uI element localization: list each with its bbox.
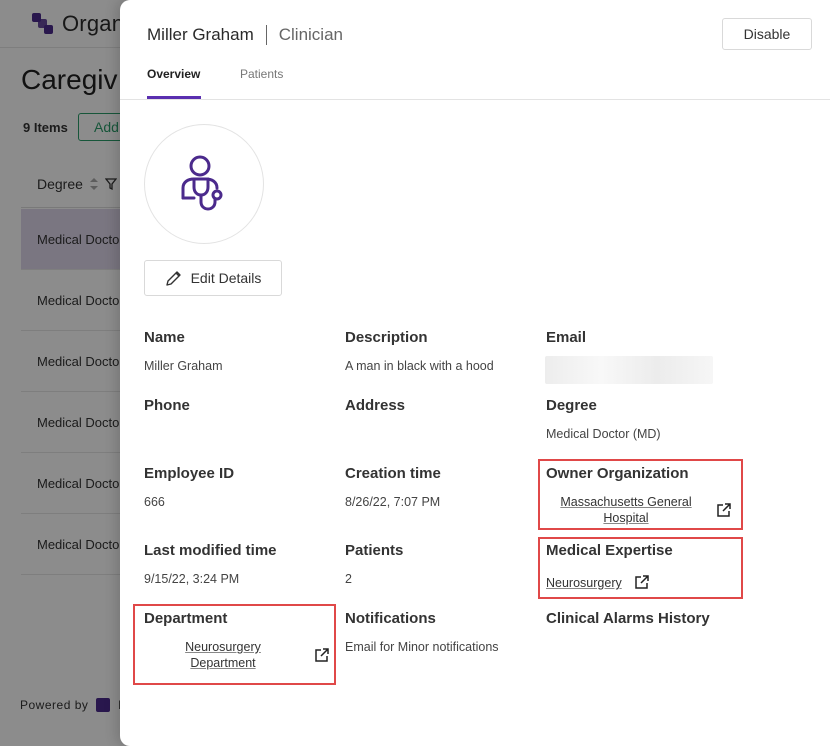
field-label: Address	[345, 397, 406, 414]
doctor-stethoscope-icon	[181, 155, 223, 211]
clinician-drawer: Miller Graham Clinician Disable Overview…	[120, 0, 830, 746]
field-value: 2	[345, 572, 352, 586]
edit-details-label: Edit Details	[190, 270, 262, 286]
field-email: Email	[546, 329, 736, 346]
field-name: Name Miller Graham	[144, 329, 334, 373]
field-label: Clinical Alarms History	[546, 610, 710, 627]
field-label: Name	[144, 329, 185, 346]
edit-details-button[interactable]: Edit Details	[144, 260, 282, 296]
pencil-icon	[165, 271, 181, 286]
field-label: Notifications	[345, 610, 436, 627]
avatar	[144, 124, 264, 244]
field-label: Degree	[546, 397, 597, 414]
clinician-role: Clinician	[278, 25, 343, 44]
field-label: Description	[345, 329, 428, 346]
field-value: A man in black with a hood	[345, 359, 494, 373]
field-degree: Degree Medical Doctor (MD)	[546, 397, 736, 441]
field-label: Last modified time	[144, 542, 277, 559]
field-label: Creation time	[345, 465, 441, 482]
highlight-department	[133, 604, 336, 685]
field-creation-time: Creation time 8/26/22, 7:07 PM	[345, 465, 535, 509]
tab-patients[interactable]: Patients	[240, 67, 283, 99]
field-patients: Patients 2	[345, 542, 535, 586]
field-label: Patients	[345, 542, 404, 559]
field-phone: Phone	[144, 397, 334, 414]
field-notifications: Notifications Email for Minor notificati…	[345, 610, 535, 654]
field-employee-id: Employee ID 666	[144, 465, 334, 509]
drawer-header: Miller Graham Clinician	[147, 25, 343, 45]
disable-button[interactable]: Disable	[722, 18, 812, 50]
field-value: 8/26/22, 7:07 PM	[345, 495, 441, 509]
field-description: Description A man in black with a hood	[345, 329, 535, 373]
field-last-modified-time: Last modified time 9/15/22, 3:24 PM	[144, 542, 334, 586]
tab-overview[interactable]: Overview	[147, 67, 201, 99]
field-label: Phone	[144, 397, 190, 414]
field-label: Email	[546, 329, 587, 346]
field-value: Email for Minor notifications	[345, 640, 499, 654]
field-value: 666	[144, 495, 165, 509]
field-value: Miller Graham	[144, 359, 223, 373]
highlight-owner-organization	[538, 459, 743, 530]
highlight-medical-expertise	[538, 537, 743, 599]
field-value: 9/15/22, 3:24 PM	[144, 572, 240, 586]
email-value-redacted	[545, 356, 713, 384]
field-label: Employee ID	[144, 465, 235, 482]
header-divider	[265, 25, 267, 45]
field-address: Address	[345, 397, 535, 414]
field-value: Medical Doctor (MD)	[546, 427, 661, 441]
drawer-tabs: Overview Patients	[120, 60, 830, 100]
field-clinical-alarms-history: Clinical Alarms History	[546, 610, 736, 627]
clinician-name: Miller Graham	[147, 25, 254, 44]
